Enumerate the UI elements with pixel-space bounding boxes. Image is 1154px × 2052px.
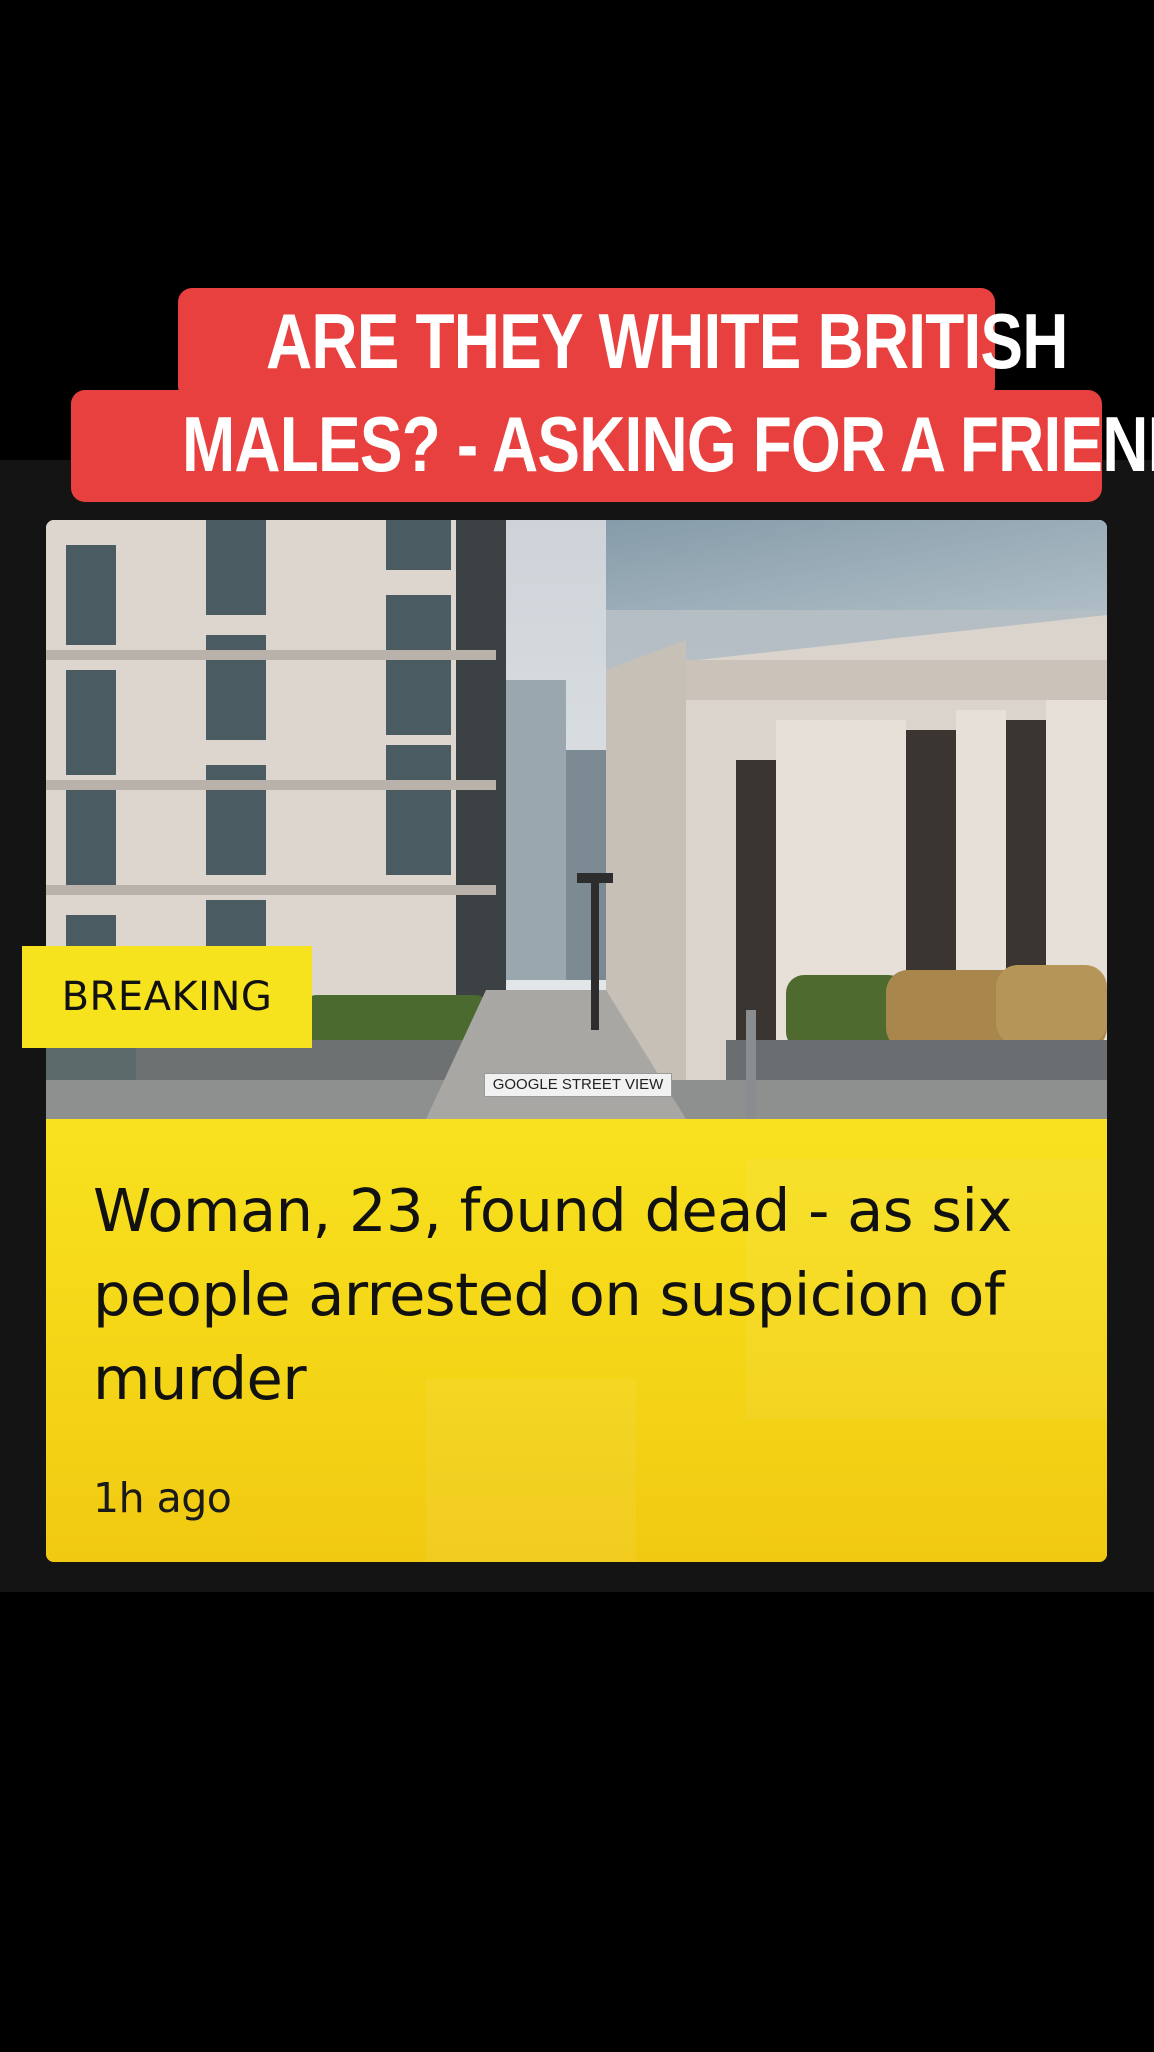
caption-line-2: MALES? - ASKING FOR A FRIEND (71, 390, 1154, 502)
article-timestamp: 1h ago (93, 1474, 232, 1522)
article-headline[interactable]: Woman, 23, found dead - as six people ar… (93, 1169, 1083, 1421)
image-credit: GOOGLE STREET VIEW (484, 1073, 672, 1097)
breaking-badge: BREAKING (22, 946, 312, 1048)
caption-line-1: ARE THEY WHITE BRITISH (178, 288, 1068, 400)
headline-panel: Woman, 23, found dead - as six people ar… (46, 1119, 1107, 1562)
